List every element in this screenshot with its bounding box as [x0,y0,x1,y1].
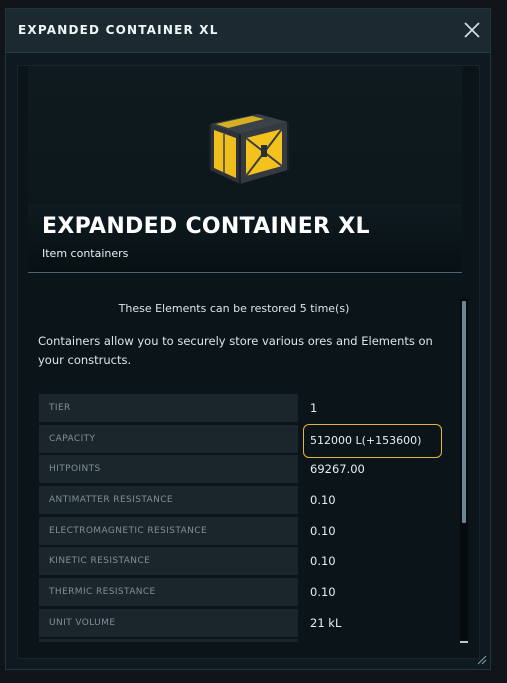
capacity-value-highlight: 512000 L(+153600) [303,423,442,458]
stat-value: 0.10 [310,523,336,538]
scrollbar-thumb[interactable] [462,301,466,523]
stat-value: 1 [310,401,318,415]
item-details-panel: EXPANDED CONTAINER XL Item containers Th… [17,65,480,659]
item-category: Item containers [42,247,129,260]
container-crate-icon [209,114,289,184]
table-row-cut [39,639,298,642]
window-title: EXPANDED CONTAINER XL [18,23,219,37]
stat-value: 0.10 [310,585,336,600]
table-row: ANTIMATTER RESISTANCE 0.10 [39,486,449,517]
stat-label: THERMIC RESISTANCE [39,578,298,607]
stat-value: 21 kL [310,615,342,630]
window-titlebar[interactable]: EXPANDED CONTAINER XL [6,9,490,53]
table-row: THERMIC RESISTANCE 0.10 [39,578,449,609]
table-row: ELECTROMAGNETIC RESISTANCE 0.10 [39,516,449,548]
item-description: Containers allow you to securely store v… [38,334,433,367]
item-header: EXPANDED CONTAINER XL Item containers [28,66,462,273]
item-info-window: EXPANDED CONTAINER XL EXPANDED CONTAINER… [5,8,491,670]
table-row: CAPACITY 512000 L(+153600) [39,423,449,458]
stat-value: 0.10 [310,554,336,569]
stat-label: KINETIC RESISTANCE [39,547,298,576]
table-row: TIER 1 [39,394,449,425]
scrollbar[interactable] [460,299,468,643]
stat-label: HITPOINTS [39,455,298,484]
stat-label: ELECTROMAGNETIC RESISTANCE [39,516,298,545]
header-divider [28,272,462,273]
resize-grip-icon[interactable] [476,654,487,665]
table-row: HITPOINTS 69267.00 [39,455,449,486]
stat-label: ANTIMATTER RESISTANCE [39,486,298,515]
restore-info: These Elements can be restored 5 time(s) [118,302,350,315]
stats-table: TIER 1 CAPACITY 512000 L(+153600) HITPOI… [39,394,449,640]
stat-label: UNIT VOLUME [39,608,298,637]
stat-value: 69267.00 [310,462,365,477]
item-name: EXPANDED CONTAINER XL [42,214,370,239]
stat-value: 0.10 [310,493,336,508]
close-icon[interactable] [462,20,482,40]
stat-label: TIER [39,394,298,422]
stat-label: CAPACITY [39,424,298,453]
table-row: KINETIC RESISTANCE 0.10 [39,547,449,578]
scrollbar-end [460,641,468,643]
table-row: UNIT VOLUME 21 kL [39,608,449,640]
